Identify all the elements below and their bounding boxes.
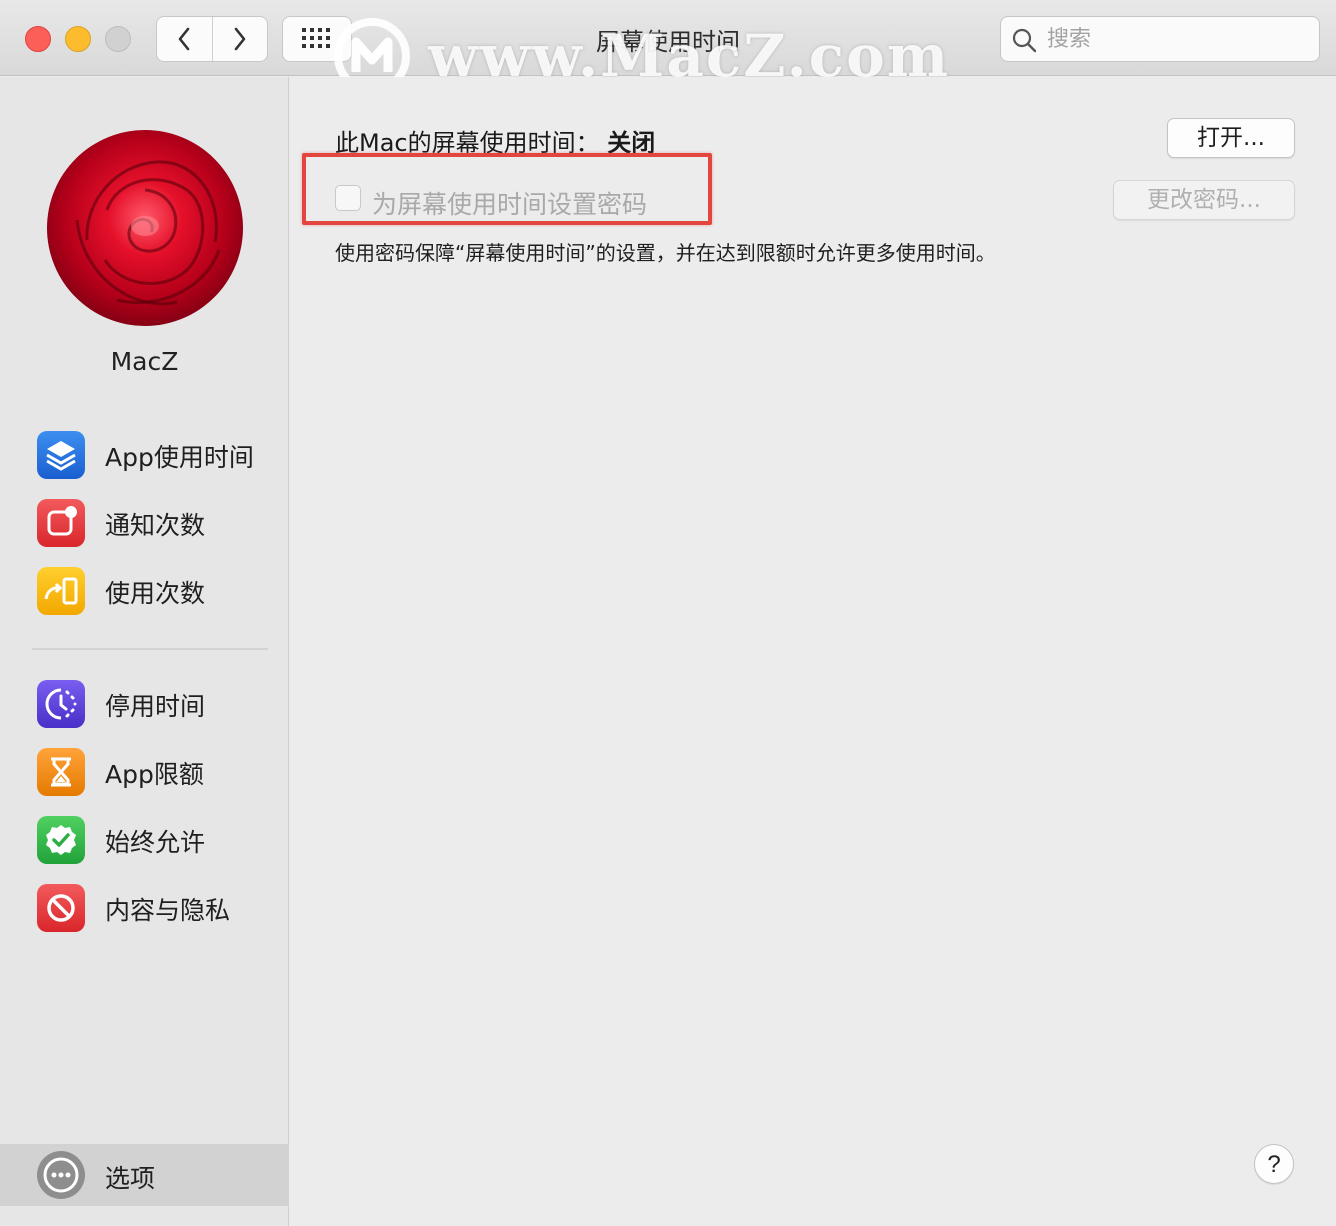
close-window-button[interactable]: [25, 26, 51, 52]
passcode-checkbox-label: 为屏幕使用时间设置密码: [372, 190, 648, 219]
back-button[interactable]: [157, 17, 212, 61]
grid-icon: [302, 28, 330, 48]
turn-on-button[interactable]: 打开...: [1167, 118, 1295, 158]
title-bar: 屏幕使用时间: [0, 0, 1336, 76]
user-name: MacZ: [110, 347, 179, 376]
passcode-checkbox[interactable]: [335, 185, 361, 211]
change-passcode-button[interactable]: 更改密码...: [1113, 180, 1295, 220]
more-options-icon: [37, 1151, 85, 1199]
sidebar-item-label: 使用次数: [105, 579, 206, 608]
search-icon: [1012, 28, 1037, 53]
app-limits-icon: [37, 748, 85, 796]
user-avatar[interactable]: [47, 130, 243, 326]
sidebar-item-notifications[interactable]: 通知次数: [0, 493, 289, 553]
pickups-icon: [37, 567, 85, 615]
sidebar-item-label: 内容与隐私: [105, 896, 231, 925]
sidebar-item-downtime[interactable]: 停用时间: [0, 674, 289, 734]
sidebar-item-label: 始终允许: [105, 828, 206, 857]
rose-image: [75, 160, 221, 306]
chevron-left-icon: [178, 27, 190, 51]
app-usage-icon: [37, 431, 85, 479]
notifications-icon: [37, 499, 85, 547]
sidebar: MacZ App使用时间 通知次数 使用次数 停用时间 App限额 始终允许 内…: [0, 77, 289, 1226]
sidebar-item-label: 通知次数: [105, 511, 206, 540]
content-privacy-icon: [37, 884, 85, 932]
help-button[interactable]: ?: [1254, 1144, 1294, 1184]
main-panel: 此Mac的屏幕使用时间： 关闭 打开... 为屏幕使用时间设置密码 更改密码..…: [290, 77, 1336, 1226]
zoom-window-button: [105, 26, 131, 52]
sidebar-divider: [32, 648, 268, 650]
sidebar-item-app-usage[interactable]: App使用时间: [0, 425, 289, 485]
chevron-right-icon: [234, 27, 246, 51]
sidebar-item-label: App使用时间: [105, 443, 254, 472]
search-field[interactable]: [1000, 16, 1320, 62]
passcode-description: 使用密码保障“屏幕使用时间”的设置，并在达到限额时允许更多使用时间。: [335, 241, 996, 265]
search-input[interactable]: [1047, 23, 1307, 55]
sidebar-item-app-limits[interactable]: App限额: [0, 742, 289, 802]
sidebar-item-pickups[interactable]: 使用次数: [0, 561, 289, 621]
options-label: 选项: [105, 1164, 156, 1193]
sidebar-item-always-allowed[interactable]: 始终允许: [0, 810, 289, 870]
forward-button[interactable]: [211, 17, 268, 61]
sidebar-item-label: 停用时间: [105, 692, 206, 721]
sidebar-item-content-privacy[interactable]: 内容与隐私: [0, 878, 289, 938]
downtime-icon: [37, 680, 85, 728]
window-title: 屏幕使用时间: [596, 28, 740, 56]
navigation-buttons: [156, 16, 268, 62]
sidebar-item-label: App限额: [105, 760, 204, 789]
minimize-window-button[interactable]: [65, 26, 91, 52]
show-all-preferences-button[interactable]: [282, 16, 352, 62]
options-button[interactable]: 选项: [0, 1144, 289, 1206]
always-allowed-icon: [37, 816, 85, 864]
